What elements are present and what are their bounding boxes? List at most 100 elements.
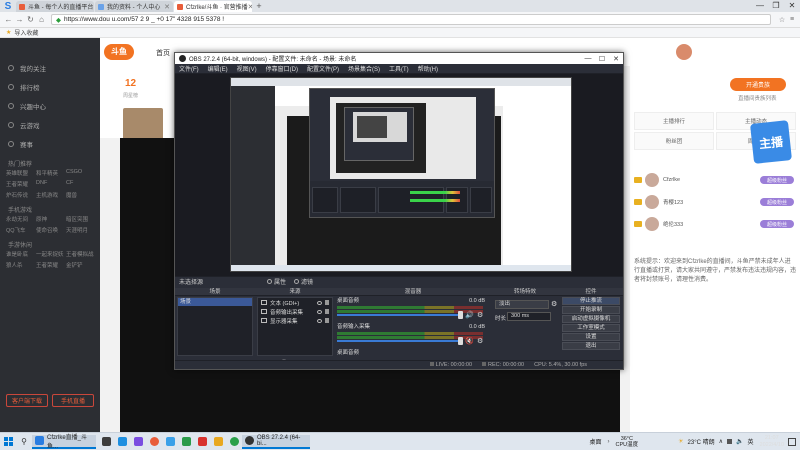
menu-file[interactable]: 文件(F): [179, 64, 199, 73]
category-link[interactable]: CF: [66, 180, 94, 188]
taskbar-app-obs[interactable]: OBS 27.2.4 (64-bi...: [242, 434, 310, 449]
menu-icon[interactable]: ≡: [787, 16, 797, 24]
category-link[interactable]: 狼人杀: [6, 261, 34, 269]
category-link[interactable]: 魔兽: [66, 191, 94, 199]
desktop-label[interactable]: 桌面: [590, 437, 602, 446]
tab-anchor-rank[interactable]: 主播排行: [634, 112, 714, 130]
category-link[interactable]: 谁是卧底: [6, 250, 34, 258]
category-link[interactable]: QQ飞车: [6, 226, 34, 234]
menu-tools[interactable]: 工具(T): [389, 64, 409, 73]
menu-profile[interactable]: 配置文件(P): [307, 64, 339, 73]
eye-icon[interactable]: [317, 300, 322, 305]
category-link[interactable]: 王者模拟战: [66, 250, 94, 258]
refresh-icon[interactable]: ↻: [25, 15, 36, 24]
scene-item[interactable]: 场景: [178, 298, 252, 306]
obs-close-button[interactable]: ✕: [609, 55, 623, 63]
wechat-icon[interactable]: [178, 433, 194, 450]
stop-streaming-button[interactable]: 停止推流: [562, 297, 620, 305]
taskview-icon[interactable]: [98, 433, 114, 450]
mobile-live-button[interactable]: 手机直播: [52, 394, 94, 407]
virtual-camera-button[interactable]: 启动虚拟摄像机: [562, 315, 620, 323]
category-link[interactable]: DNF: [36, 180, 64, 188]
category-link[interactable]: 一起来捉妖: [36, 250, 64, 258]
xbox-icon[interactable]: [226, 433, 242, 450]
obs-preview-area[interactable]: [175, 74, 623, 276]
settings-button[interactable]: 设置: [562, 333, 620, 341]
close-button[interactable]: ✕: [784, 0, 800, 12]
weather-text[interactable]: 23°C 晴朗: [688, 437, 715, 446]
fan-row[interactable]: 青樱123 超级粉丝: [634, 192, 794, 212]
new-tab-button[interactable]: +: [253, 1, 265, 12]
muted-speaker-icon[interactable]: 🔇: [465, 337, 474, 345]
client-download-button[interactable]: 客户端下载: [6, 394, 48, 407]
url-input[interactable]: ◆ https://www.dou u.com/57 2 9 _ +0 17" …: [51, 14, 771, 25]
back-icon[interactable]: ←: [3, 15, 14, 24]
user-avatar[interactable]: [676, 44, 692, 60]
exit-button[interactable]: 退出: [562, 342, 620, 350]
volume-slider[interactable]: [337, 340, 463, 342]
studio-mode-button[interactable]: 工作室模式: [562, 324, 620, 332]
menu-view[interactable]: 视图(V): [237, 64, 257, 73]
app-icon[interactable]: [194, 433, 210, 450]
lock-icon[interactable]: [325, 309, 329, 314]
edge-icon[interactable]: [114, 433, 130, 450]
category-link[interactable]: 暗区突围: [66, 215, 94, 223]
volume-slider-handle[interactable]: [458, 337, 463, 345]
duration-input[interactable]: 300 ms: [507, 312, 551, 321]
noble-list-link[interactable]: 直播间贵族列表: [738, 94, 777, 102]
browser-tab[interactable]: 我的资料 - 个人中心 ✕: [95, 1, 173, 12]
menu-scene-collection[interactable]: 场景集合(S): [348, 64, 380, 73]
close-icon[interactable]: ✕: [93, 3, 94, 11]
left-nav-item[interactable]: 赛事: [0, 134, 100, 153]
obs-preview[interactable]: [230, 77, 572, 272]
left-nav-item[interactable]: 排行榜: [0, 77, 100, 96]
volume-slider[interactable]: [337, 314, 463, 316]
browser-tab-active[interactable]: Cfzrlke/斗鱼 · 官营推播 ✕: [174, 1, 252, 12]
browser-tab[interactable]: 斗鱼 - 每个人的直播平台✕: [16, 1, 94, 12]
star-icon[interactable]: ☆: [777, 16, 787, 24]
douyu-logo[interactable]: 斗鱼: [104, 44, 134, 60]
obs-minimize-button[interactable]: —: [581, 55, 595, 63]
app-icon[interactable]: [210, 433, 226, 450]
fan-row[interactable]: Cfzrlke 超级粉丝: [634, 170, 794, 190]
volume-icon[interactable]: 🔈: [736, 438, 743, 445]
browser-logo-icon[interactable]: S: [0, 0, 16, 12]
menu-docks[interactable]: 停靠窗口(D): [266, 64, 298, 73]
qq-icon[interactable]: [162, 433, 178, 450]
fan-row[interactable]: 绝伦333 超级粉丝: [634, 214, 794, 234]
eye-icon[interactable]: [317, 309, 322, 314]
category-link[interactable]: 天涯明月: [66, 226, 94, 234]
start-recording-button[interactable]: 开始录制: [562, 306, 620, 314]
chrome-icon[interactable]: [146, 433, 162, 450]
network-icon[interactable]: [727, 439, 733, 444]
minimize-button[interactable]: —: [752, 0, 768, 12]
eye-icon[interactable]: [317, 318, 322, 323]
category-link[interactable]: CSGO: [66, 169, 94, 177]
category-link[interactable]: 金铲铲: [66, 261, 94, 269]
windows-start-icon[interactable]: [0, 433, 16, 450]
input-language[interactable]: 英: [748, 437, 754, 446]
home-icon[interactable]: ⌂: [36, 15, 47, 24]
left-nav-item[interactable]: 云游戏: [0, 115, 100, 134]
clock[interactable]: 21:07 2022/4/10: [760, 435, 784, 449]
category-link[interactable]: 主机游戏: [36, 191, 64, 199]
volume-slider-handle[interactable]: [458, 311, 463, 319]
close-icon[interactable]: ✕: [164, 3, 170, 11]
category-link[interactable]: 原神: [36, 215, 64, 223]
gear-icon[interactable]: ⚙: [551, 300, 557, 308]
gear-icon[interactable]: ⚙: [477, 337, 483, 345]
tab-fans[interactable]: 粉丝团: [634, 132, 714, 150]
maximize-button[interactable]: ❐: [768, 0, 784, 12]
speaker-icon[interactable]: 🔊: [465, 311, 474, 319]
chevron-up-icon[interactable]: ∧: [719, 438, 723, 445]
category-link[interactable]: 英雄联盟: [6, 169, 34, 177]
menu-edit[interactable]: 编辑(E): [208, 64, 228, 73]
category-link[interactable]: 和平精英: [36, 169, 64, 177]
noble-button[interactable]: 开通贵族: [730, 78, 786, 91]
category-link[interactable]: 王者荣耀: [36, 261, 64, 269]
left-nav-item[interactable]: 兴趣中心: [0, 96, 100, 115]
notification-icon[interactable]: [788, 437, 796, 446]
category-link[interactable]: 永劫无间: [6, 215, 34, 223]
app-icon[interactable]: [130, 433, 146, 450]
category-link[interactable]: 王者荣耀: [6, 180, 34, 188]
